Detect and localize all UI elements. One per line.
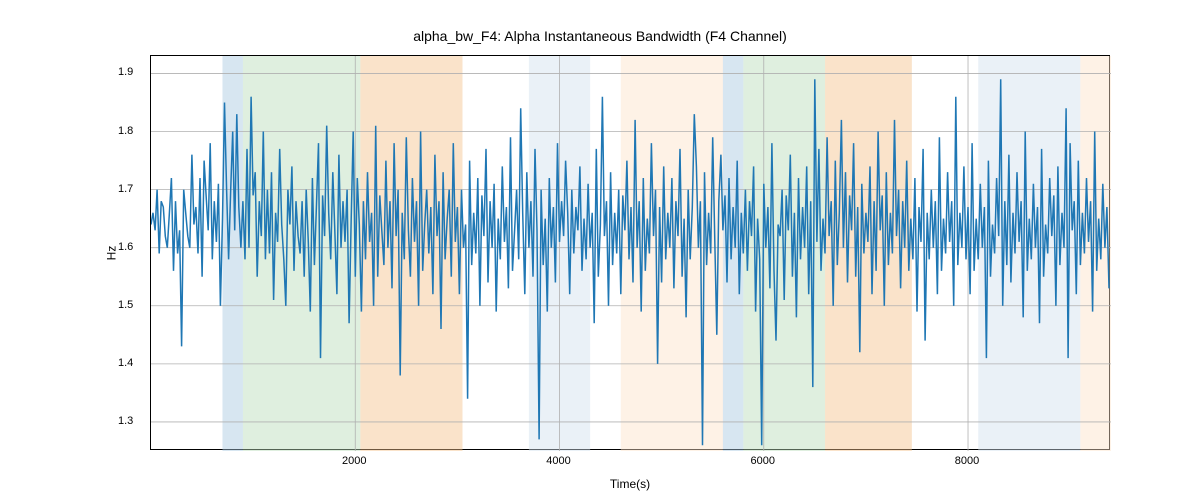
x-tick-label: 2000	[342, 455, 366, 467]
span-region	[978, 56, 1080, 451]
x-tick-label: 6000	[751, 455, 775, 467]
x-axis-label: Time(s)	[150, 477, 1110, 491]
plot-box	[150, 55, 1110, 450]
chart-title: alpha_bw_F4: Alpha Instantaneous Bandwid…	[0, 28, 1200, 44]
y-tick-label: 1.4	[118, 357, 133, 369]
x-tick-label: 8000	[955, 455, 979, 467]
y-tick-label: 1.6	[118, 241, 133, 253]
x-tick-label: 4000	[546, 455, 570, 467]
y-tick-label: 1.8	[118, 125, 133, 137]
y-tick-label: 1.7	[118, 183, 133, 195]
line-series-svg	[151, 56, 1111, 451]
y-tick-label: 1.9	[118, 66, 133, 78]
y-tick-label: 1.3	[118, 415, 133, 427]
y-tick-label: 1.5	[118, 299, 133, 311]
chart-plot-area: Time(s) Hz 2000400060008000 1.31.41.51.6…	[150, 55, 1110, 450]
y-axis-label: Hz	[105, 55, 117, 450]
span-region	[243, 56, 360, 451]
span-region	[743, 56, 825, 451]
